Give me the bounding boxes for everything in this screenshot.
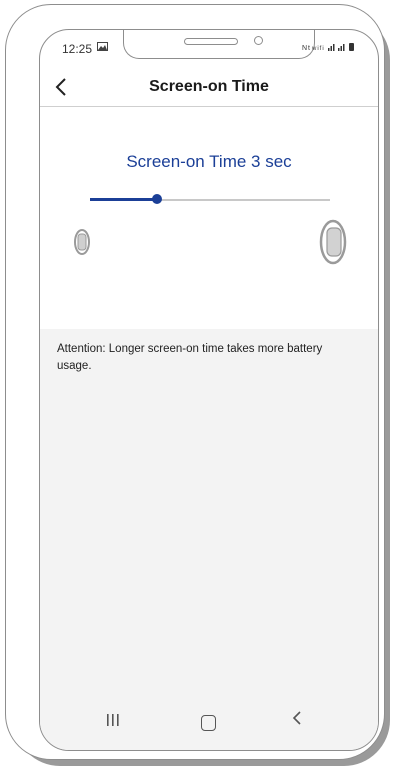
gallery-icon [97, 42, 108, 54]
recents-icon [107, 714, 119, 726]
status-time: 12:25 [62, 42, 93, 56]
speaker-icon [184, 38, 238, 45]
navigation-bar [40, 697, 378, 750]
device-screen: 12:25 Nt wifi Screen-on Time Screen-on T… [39, 29, 379, 751]
slider-fill [90, 198, 158, 201]
slider-thumb[interactable] [152, 194, 163, 204]
recents-button[interactable] [106, 713, 120, 732]
screen-on-time-slider[interactable] [90, 193, 330, 207]
back-icon [292, 711, 301, 725]
screen-on-settings-panel: Screen-on Time 3 sec [40, 107, 378, 329]
camera-notch [123, 30, 315, 59]
status-bar: 12:25 Nt wifi [40, 30, 378, 70]
front-camera-icon [254, 36, 263, 45]
svg-text:wifi: wifi [311, 46, 325, 52]
device-frame: 12:25 Nt wifi Screen-on Time Screen-on T… [5, 4, 385, 760]
nav-back-button[interactable] [292, 709, 302, 732]
watch-large-icon [317, 217, 349, 272]
page-title: Screen-on Time [149, 78, 269, 95]
home-button[interactable] [201, 715, 216, 731]
attention-text: Attention: Longer screen-on time takes m… [57, 343, 323, 372]
screen-on-time-label: Screen-on Time 3 sec [126, 152, 292, 171]
svg-text:Nt: Nt [302, 45, 311, 52]
attention-section: Attention: Longer screen-on time takes m… [40, 329, 378, 699]
app-header: Screen-on Time [40, 70, 378, 107]
status-icons: Nt wifi [302, 42, 364, 54]
watch-small-icon [73, 227, 91, 262]
